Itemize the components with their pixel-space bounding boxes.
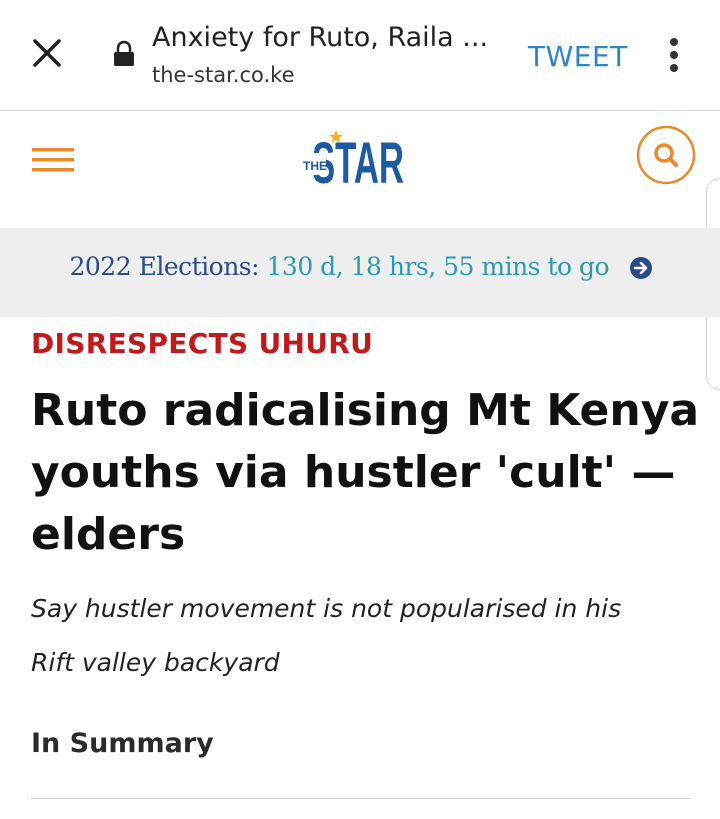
- site-logo[interactable]: STAR THE: [300, 121, 420, 196]
- page-domain: the-star.co.ke: [152, 63, 295, 87]
- arrow-right-circle-icon[interactable]: [629, 256, 653, 280]
- summary-heading: In Summary: [31, 728, 214, 759]
- menu-button[interactable]: [32, 145, 74, 175]
- custom-tab-bar: Anxiety for Ruto, Raila ... the-star.co.…: [0, 0, 720, 111]
- elections-label: 2022 Elections:: [69, 252, 260, 281]
- logo-top-text: THE: [303, 159, 327, 173]
- page-title: Anxiety for Ruto, Raila ...: [152, 22, 489, 53]
- lock-icon: [112, 40, 136, 68]
- close-button[interactable]: [28, 34, 68, 74]
- search-icon: [636, 125, 696, 185]
- elections-countdown: 130 d, 18 hrs, 55 mins to go: [266, 252, 610, 281]
- article-subhead: Say hustler movement is not popularised …: [31, 594, 622, 677]
- hamburger-icon: [32, 148, 74, 172]
- divider: [31, 798, 690, 799]
- more-vertical-icon: [670, 38, 678, 72]
- elections-countdown-text: 2022 Elections: 130 d, 18 hrs, 55 mins t…: [0, 252, 720, 281]
- article-kicker[interactable]: DISRESPECTS UHURU: [31, 327, 373, 360]
- site-header: STAR THE: [0, 111, 720, 228]
- more-options-button[interactable]: [662, 36, 686, 76]
- search-button[interactable]: [636, 125, 696, 185]
- article-headline: Ruto radicalising Mt Kenya youths via hu…: [31, 385, 700, 560]
- elections-countdown-banner[interactable]: 2022 Elections: 130 d, 18 hrs, 55 mins t…: [0, 228, 720, 317]
- close-icon: [33, 39, 61, 67]
- tweet-button[interactable]: TWEET: [528, 40, 628, 73]
